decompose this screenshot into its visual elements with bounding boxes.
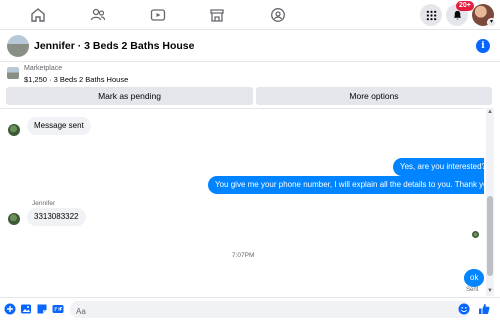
- message-bubble: ok: [464, 269, 484, 287]
- contact-avatar[interactable]: [8, 124, 20, 136]
- home-icon[interactable]: [29, 6, 47, 24]
- top-navigation: 20+ ▾: [0, 0, 500, 30]
- emoji-icon[interactable]: [458, 303, 470, 315]
- scroll-down-icon[interactable]: ▼: [486, 288, 494, 294]
- marketplace-label: Marketplace: [24, 65, 63, 72]
- watch-icon[interactable]: [149, 6, 167, 24]
- listing-thumbnail[interactable]: [7, 67, 19, 79]
- notifications-button[interactable]: 20+: [446, 1, 474, 26]
- listing-summary[interactable]: $1,250 · 3 Beds 2 Baths House: [24, 75, 128, 84]
- sent-status: Sent: [466, 287, 479, 293]
- groups-icon[interactable]: [269, 6, 287, 24]
- bell-icon: [453, 10, 461, 19]
- thread-scrollbar[interactable]: ▲ ▼: [486, 108, 494, 296]
- message-timestamp: 7:07PM: [232, 252, 255, 259]
- message-input[interactable]: [70, 303, 470, 320]
- marketplace-icon[interactable]: [208, 6, 226, 24]
- message-thread: Message sent Yes, are you interested? Yo…: [0, 108, 484, 296]
- gif-icon[interactable]: [52, 303, 64, 315]
- image-icon[interactable]: [20, 303, 32, 315]
- message-bubble: Message sent: [27, 117, 91, 135]
- scroll-up-icon[interactable]: ▲: [486, 109, 494, 115]
- like-icon[interactable]: [478, 303, 490, 315]
- scrollbar-thumb[interactable]: [487, 196, 493, 276]
- message-bubble: You give me your phone number, I will ex…: [208, 176, 484, 194]
- contact-avatar[interactable]: [8, 213, 20, 225]
- friends-icon[interactable]: [89, 6, 107, 24]
- mark-as-pending-button[interactable]: Mark as pending: [6, 87, 253, 105]
- message-bubble: Yes, are you interested?: [393, 158, 484, 176]
- read-receipt-avatar: [472, 231, 479, 238]
- chat-title[interactable]: Jennifer · 3 Beds 2 Baths House: [34, 40, 194, 52]
- message-composer: [0, 297, 500, 321]
- chat-header: Jennifer · 3 Beds 2 Baths House i: [0, 30, 500, 62]
- sender-name: Jennifer: [32, 200, 56, 207]
- message-input-container[interactable]: [70, 301, 470, 320]
- info-icon[interactable]: i: [476, 39, 490, 53]
- listing-avatar[interactable]: [7, 35, 29, 57]
- more-options-button[interactable]: More options: [256, 87, 492, 105]
- plus-icon[interactable]: [4, 303, 16, 315]
- grid-menu-icon[interactable]: [420, 4, 442, 26]
- sticker-icon[interactable]: [36, 303, 48, 315]
- message-bubble: 3313083322: [27, 208, 86, 226]
- chevron-down-icon[interactable]: ▾: [487, 18, 496, 27]
- notification-badge: 20+: [456, 1, 474, 11]
